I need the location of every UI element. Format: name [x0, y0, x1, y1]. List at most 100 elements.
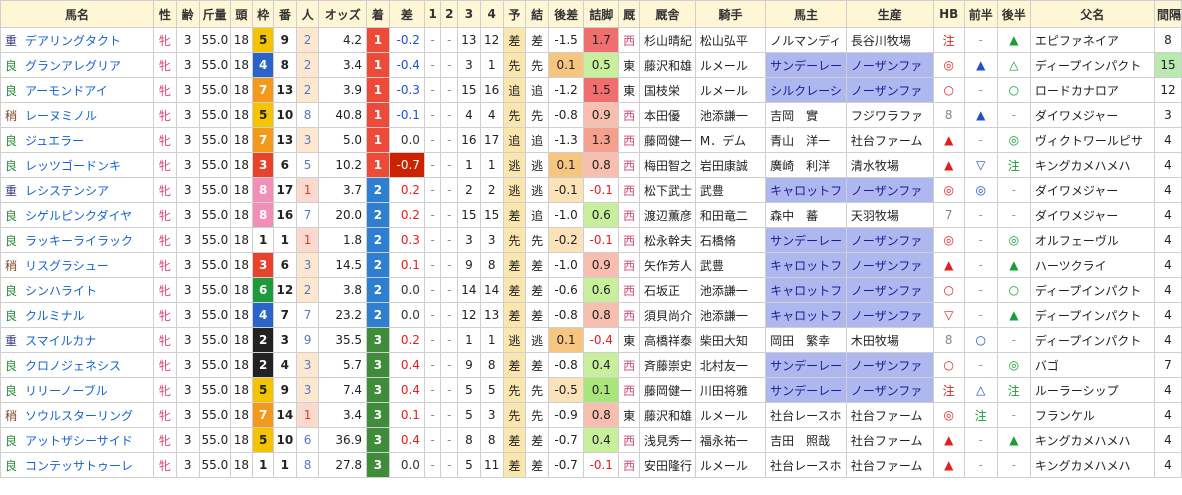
sex-cell: 牝: [153, 327, 177, 353]
field-size-cell: 18: [229, 152, 254, 178]
table-row[interactable]: 良アットザシーサイド牝 3 55.0 18 5 10 6 36.9 3 0.4- -8 8 差差 -0.7…: [0, 427, 1182, 453]
horse-name-link[interactable]: リリーノーブル: [25, 384, 108, 398]
column-header[interactable]: 馬名: [0, 0, 155, 28]
odds-cell: 20.0: [318, 202, 368, 228]
table-row[interactable]: 良シンハライト牝 3 55.0 18 6 12 2 3.8 2 0.0- -14 14 差差 -0.6 0.…: [0, 277, 1182, 303]
horse-name-link[interactable]: アーモンドアイ: [25, 84, 108, 98]
horse-name-cell[interactable]: 良シゲルピンクダイヤ: [0, 202, 155, 228]
first-half-mark-cell: ▽: [963, 152, 998, 178]
horse-name-link[interactable]: クロノジェネシス: [25, 359, 121, 373]
horse-name-link[interactable]: コンテッサトゥーレ: [25, 459, 133, 473]
horse-name-cell[interactable]: 良グランアレグリア: [0, 52, 155, 78]
column-header[interactable]: 番: [272, 0, 297, 28]
horse-name-link[interactable]: シゲルピンクダイヤ: [25, 209, 132, 223]
horse-name-cell[interactable]: 良アーモンドアイ: [0, 77, 155, 103]
horse-name-cell[interactable]: 重デアリングタクト: [0, 27, 155, 53]
corner3-cell: 13: [457, 27, 481, 53]
column-header[interactable]: 枠: [252, 0, 274, 28]
first-half-mark-cell: ▲: [963, 52, 998, 78]
horse-name-cell[interactable]: 良レッツゴードンキ: [0, 152, 155, 178]
column-header[interactable]: 斤量: [198, 0, 231, 28]
horse-name-link[interactable]: ジュエラー: [25, 134, 84, 148]
horse-name-cell[interactable]: 良クルミナル: [0, 302, 155, 328]
column-header[interactable]: 詰脚: [583, 0, 620, 28]
horse-name-cell[interactable]: 重スマイルカナ: [0, 327, 155, 353]
horse-name-link[interactable]: ソウルスターリング: [25, 409, 133, 423]
column-header[interactable]: 着: [366, 0, 390, 28]
column-header[interactable]: 後半: [996, 0, 1031, 28]
horse-name-cell[interactable]: 良リリーノーブル: [0, 377, 155, 403]
column-header[interactable]: 厩舎: [639, 0, 696, 28]
corner4-cell: 8: [479, 427, 504, 453]
odds-cell: 3.8: [318, 277, 368, 303]
corner2-cell: -: [440, 77, 459, 103]
corner3-cell: 12: [457, 302, 481, 328]
horse-name-cell[interactable]: 稍リスグラシュー: [0, 252, 155, 278]
table-row[interactable]: 重デアリングタクト牝 3 55.0 18 5 9 2 4.2 1 -0.2- -13 12 差差 -1.5…: [0, 27, 1182, 53]
horse-name-cell[interactable]: 重レシステンシア: [0, 177, 155, 203]
horse-name-cell[interactable]: 良ジュエラー: [0, 127, 155, 153]
table-row[interactable]: 良シゲルピンクダイヤ牝 3 55.0 18 8 16 7 20.0 2 0.2- -15 15 差追 -1…: [0, 202, 1182, 228]
column-header[interactable]: 生産: [845, 0, 934, 28]
horse-name-link[interactable]: クルミナル: [25, 309, 85, 323]
horse-name-link[interactable]: グランアレグリア: [25, 59, 121, 73]
table-row[interactable]: 稍レーヌミノル牝 3 55.0 18 5 10 8 40.8 1 -0.1- -4 4 先先 -0.8 0.…: [0, 102, 1182, 128]
field-size-cell: 18: [229, 52, 254, 78]
table-row[interactable]: 良ラッキーライラック牝 3 55.0 18 1 1 1 1.8 2 0.3- -3 3 先先 -0.2 -0…: [0, 227, 1182, 253]
table-row[interactable]: 重レシステンシア牝 3 55.0 18 8 17 1 3.7 2 0.2- -2 2 逃逃 -0.1 -0.…: [0, 177, 1182, 203]
horse-name-link[interactable]: アットザシーサイド: [25, 434, 133, 448]
column-header[interactable]: 馬主: [765, 0, 847, 28]
horse-name-link[interactable]: レーヌミノル: [25, 109, 97, 123]
table-row[interactable]: 稍ソウルスターリング牝 3 55.0 18 7 14 1 3.4 3 0.1- -5 3 先先 -0.9 0…: [0, 402, 1182, 428]
horse-name-cell[interactable]: 良ラッキーライラック: [0, 227, 155, 253]
column-header[interactable]: 1: [423, 0, 442, 28]
horse-name-cell[interactable]: 良コンテッサトゥーレ: [0, 452, 155, 478]
horse-name-link[interactable]: リスグラシュー: [25, 259, 109, 273]
table-row[interactable]: 良クルミナル牝 3 55.0 18 4 7 7 23.2 2 0.0- -12 13 差差 -0.8 0.8…: [0, 302, 1182, 328]
column-header[interactable]: 父名: [1029, 0, 1155, 28]
horse-name-cell[interactable]: 良アットザシーサイド: [0, 427, 155, 453]
corner3-cell: 1: [457, 327, 481, 353]
owner-cell: 社台レースホ: [765, 402, 847, 428]
table-row[interactable]: 良レッツゴードンキ牝 3 55.0 18 3 6 5 10.2 1 -0.7- -1 1 逃逃 0.1 0.…: [0, 152, 1182, 178]
column-header[interactable]: 人: [295, 0, 320, 28]
table-row[interactable]: 重スマイルカナ牝 3 55.0 18 2 3 9 35.5 3 0.2- -1 1 逃逃 0.1 -0.4 東…: [0, 327, 1182, 353]
column-header[interactable]: 厩: [618, 0, 640, 28]
column-header[interactable]: 前半: [963, 0, 998, 28]
horse-name-link[interactable]: デアリングタクト: [25, 34, 121, 48]
sire-cell: キングカメハメハ: [1029, 152, 1155, 178]
horse-name-cell[interactable]: 稍レーヌミノル: [0, 102, 155, 128]
horse-name-cell[interactable]: 良クロノジェネシス: [0, 352, 155, 378]
column-header[interactable]: 齢: [175, 0, 200, 28]
horse-name-cell[interactable]: 良シンハライト: [0, 277, 155, 303]
popularity-cell: 8: [295, 452, 320, 478]
horse-name-link[interactable]: スマイルカナ: [25, 334, 96, 348]
table-row[interactable]: 良コンテッサトゥーレ牝 3 55.0 18 1 1 8 27.8 3 0.0- -5 11 差差 -0.7…: [0, 452, 1182, 478]
horse-name-link[interactable]: ラッキーライラック: [25, 234, 133, 248]
column-header[interactable]: 差: [388, 0, 425, 28]
column-header[interactable]: 結: [525, 0, 550, 28]
horse-name-link[interactable]: シンハライト: [25, 284, 97, 298]
column-header[interactable]: オッズ: [318, 0, 368, 28]
column-header[interactable]: 騎手: [694, 0, 767, 28]
table-row[interactable]: 良クロノジェネシス牝 3 55.0 18 2 4 3 5.7 3 0.4- -9 8 差差 -0.8 0.4…: [0, 352, 1182, 378]
column-header[interactable]: 間隔: [1153, 0, 1182, 28]
horse-name-link[interactable]: レシステンシア: [25, 184, 109, 198]
table-row[interactable]: 良アーモンドアイ牝 3 55.0 18 7 13 2 3.9 1 -0.3- -15 16 追追 -1.2…: [0, 77, 1182, 103]
column-header[interactable]: 性: [153, 0, 177, 28]
column-header[interactable]: 4: [479, 0, 504, 28]
table-row[interactable]: 良グランアレグリア牝 3 55.0 18 4 8 2 3.4 1 -0.4- -3 1 先先 0.1 0.5…: [0, 52, 1182, 78]
table-row[interactable]: 良リリーノーブル牝 3 55.0 18 5 9 3 7.4 3 0.4- -5 5 先先 -0.5 0.1 西…: [0, 377, 1182, 403]
horse-name-cell[interactable]: 稍ソウルスターリング: [0, 402, 155, 428]
column-header[interactable]: 3: [457, 0, 481, 28]
column-header[interactable]: 後差: [548, 0, 585, 28]
column-header[interactable]: 頭: [229, 0, 254, 28]
column-header[interactable]: 予: [502, 0, 527, 28]
table-row[interactable]: 良ジュエラー牝 3 55.0 18 7 13 3 5.0 1 0.0- -16 17 追追 -1.3 1.3…: [0, 127, 1182, 153]
column-header[interactable]: 2: [440, 0, 459, 28]
horse-name-link[interactable]: レッツゴードンキ: [25, 159, 121, 173]
stable-region-cell: 西: [618, 277, 640, 303]
column-header[interactable]: HB: [932, 0, 965, 28]
table-row[interactable]: 稍リスグラシュー牝 3 55.0 18 3 6 3 14.5 2 0.1- -9 8 差差 -1.0 0.9…: [0, 252, 1182, 278]
stable-region-cell: 西: [618, 302, 640, 328]
